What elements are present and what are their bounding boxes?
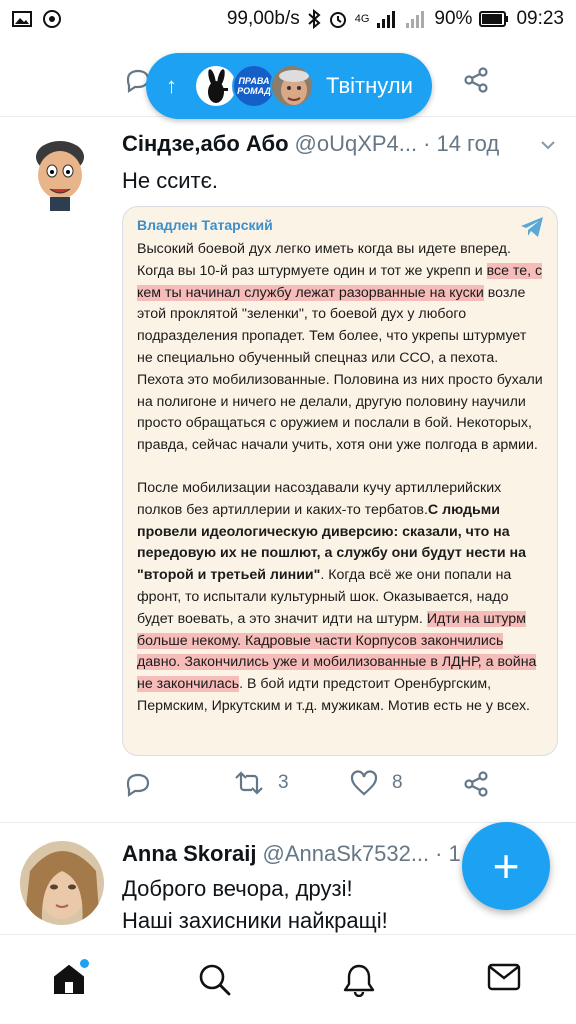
telegram-channel-name: Владлен Татарский (137, 217, 273, 233)
whatsapp-icon (43, 10, 61, 28)
plus-icon: + (492, 840, 520, 892)
network-speed: 99,00b/s (226, 8, 300, 29)
author-name[interactable]: Сіндзе,або Або (122, 131, 289, 157)
network-type: 4G (354, 13, 370, 25)
avatar (270, 64, 314, 108)
share-button[interactable] (462, 770, 490, 798)
tweet-text-line: Наші захисники найкращі! (122, 908, 388, 933)
alarm-icon (329, 12, 346, 28)
arrow-up-icon: ↑ (166, 73, 177, 98)
author-handle[interactable]: @oUqXP4... (295, 131, 418, 157)
retweet-count: 3 (278, 772, 289, 793)
pill-avatars: ПРАВА РОМАД (194, 64, 314, 108)
tweet-image[interactable]: Владлен Татарский Высокий боевой дух лег… (122, 206, 558, 756)
pill-label: Твітнули (326, 73, 413, 98)
status-bar: 99,00b/s 4G 90% 09:23 (0, 0, 576, 38)
share-icon (464, 771, 488, 797)
signal-icon-2 (406, 11, 425, 28)
notification-dot (80, 959, 89, 968)
like-button[interactable]: 8 (350, 770, 403, 796)
search-icon[interactable] (198, 963, 232, 997)
reply-icon (126, 773, 150, 798)
telegram-icon (521, 217, 543, 237)
retweet-icon (235, 771, 263, 795)
new-tweets-pill[interactable]: ↑ ПРАВА РОМАД Твітнули (146, 53, 432, 119)
share-icon[interactable] (462, 66, 490, 94)
bell-icon[interactable] (342, 963, 376, 997)
author-name[interactable]: Anna Skoraij (122, 841, 256, 867)
tweet-time: 1 (448, 841, 461, 866)
avatar-text: ПРАВА РОМАД (237, 76, 271, 96)
tweet-actions: 3 8 (0, 770, 576, 810)
tweet-text-line: Доброго вечора, друзі! (122, 876, 353, 901)
tweet-header: Сіндзе,або Або @oUqXP4... · 14 год (122, 131, 499, 157)
author-handle[interactable]: @AnnaSk7532... (262, 841, 429, 867)
home-icon[interactable] (52, 963, 86, 995)
post-text: Высокий боевой дух легко иметь когда вы … (137, 241, 511, 279)
post-text: возле этой проклятой "зеленки", то боево… (137, 284, 543, 454)
tweet-header: Anna Skoraij @AnnaSk7532... · 1 (122, 841, 461, 867)
clock: 09:23 (516, 8, 564, 29)
battery-percent: 90% (434, 8, 473, 29)
signal-icon (377, 11, 396, 28)
separator-dot: · (423, 131, 431, 156)
separator-dot: · (435, 841, 443, 866)
reply-button[interactable] (124, 770, 152, 798)
telegram-post-text: Высокий боевой дух легко иметь когда вы … (137, 239, 543, 718)
bottom-navigation (0, 934, 576, 1024)
like-count: 8 (392, 772, 403, 793)
mail-icon[interactable] (487, 963, 521, 991)
tweet-text: Доброго вечора, друзі! Наші захисники на… (122, 873, 388, 937)
compose-tweet-button[interactable]: + (462, 822, 550, 910)
retweet-button[interactable]: 3 (234, 770, 289, 796)
tweet-text: Не сситє. (122, 168, 218, 193)
bluetooth-icon (308, 9, 321, 29)
tweet-time: 14 год (436, 131, 500, 156)
chevron-down-icon[interactable] (540, 139, 556, 151)
battery-icon (479, 11, 509, 27)
image-icon (12, 11, 32, 27)
avatar[interactable] (20, 131, 102, 213)
like-icon (350, 770, 378, 796)
avatar[interactable] (20, 841, 104, 925)
